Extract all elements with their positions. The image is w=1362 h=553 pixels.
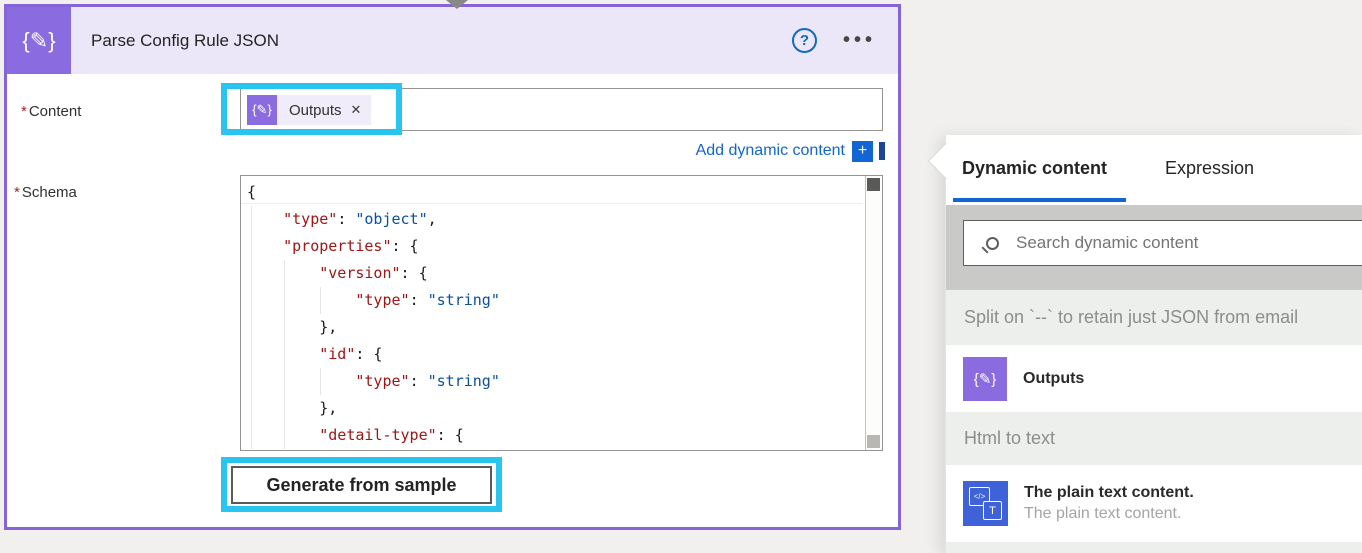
schema-code-line: "type": "object",: [247, 206, 865, 233]
scrollbar-down-button[interactable]: [867, 435, 880, 448]
search-placeholder: Search dynamic content: [1016, 233, 1198, 253]
panel-tabs: Dynamic content Expression: [946, 135, 1362, 205]
connector-arrow-icon: [446, 0, 468, 9]
schema-code-line: "detail-type": {: [247, 422, 865, 449]
flyout-edge-bar: [879, 142, 885, 160]
parse-json-icon: {✎}: [7, 7, 71, 74]
active-tab-indicator: [953, 198, 1126, 202]
dynamic-content-item-plain-text[interactable]: </> T The plain text content. The plain …: [946, 465, 1362, 542]
text-glyph: T: [983, 501, 1002, 520]
dynamic-content-item-outputs[interactable]: {✎} Outputs: [946, 345, 1362, 412]
annotation-highlight-token: [221, 83, 402, 135]
schema-code-line: },: [247, 314, 865, 341]
tab-dynamic-content[interactable]: Dynamic content: [962, 158, 1107, 179]
schema-field-label: *Schema: [14, 184, 77, 201]
tab-expression[interactable]: Expression: [1165, 158, 1254, 179]
html-to-text-icon: </> T: [963, 481, 1008, 526]
schema-code-line: "type": "string": [247, 287, 865, 314]
schema-editor[interactable]: { "type": "object", "properties": { "ver…: [240, 175, 883, 451]
parse-json-icon: {✎}: [963, 357, 1007, 401]
required-marker: *: [21, 103, 27, 120]
action-card-header[interactable]: {✎} Parse Config Rule JSON ? •••: [7, 7, 898, 74]
schema-code-line: {: [247, 179, 865, 206]
item-title: The plain text content.: [1024, 484, 1194, 502]
content-field-label: *Content: [21, 103, 81, 120]
schema-code-line: "id": {: [247, 341, 865, 368]
search-zone: Search dynamic content: [946, 205, 1362, 290]
item-subtitle: The plain text content.: [1024, 505, 1194, 523]
scrollbar-thumb[interactable]: [867, 178, 880, 191]
next-section-edge: [946, 542, 1362, 553]
search-icon: [986, 237, 999, 250]
schema-code-line: "type": "string": [247, 368, 865, 395]
power-automate-designer: {✎} Parse Config Rule JSON ? ••• *Conten…: [0, 0, 1362, 553]
item-title: Outputs: [1023, 370, 1084, 388]
required-marker: *: [14, 184, 20, 201]
schema-code-line: "properties": {: [247, 233, 865, 260]
help-icon[interactable]: ?: [792, 28, 817, 53]
add-dynamic-content-link[interactable]: Add dynamic content: [696, 142, 845, 160]
editor-scrollbar[interactable]: [865, 176, 882, 450]
add-dynamic-content-plus-icon[interactable]: +: [852, 141, 873, 162]
dynamic-content-search[interactable]: Search dynamic content: [963, 220, 1362, 266]
dynamic-content-panel: Dynamic content Expression Search dynami…: [945, 135, 1362, 553]
section-header-html-to-text: Html to text: [946, 412, 1362, 465]
annotation-highlight-button: [221, 457, 502, 512]
schema-code-line: "version": {: [247, 260, 865, 287]
action-title: Parse Config Rule JSON: [91, 31, 792, 51]
section-header-split-on: Split on `--` to retain just JSON from e…: [946, 290, 1362, 345]
schema-code[interactable]: { "type": "object", "properties": { "ver…: [241, 179, 865, 449]
menu-ellipsis-icon[interactable]: •••: [843, 29, 876, 52]
schema-code-line: },: [247, 395, 865, 422]
